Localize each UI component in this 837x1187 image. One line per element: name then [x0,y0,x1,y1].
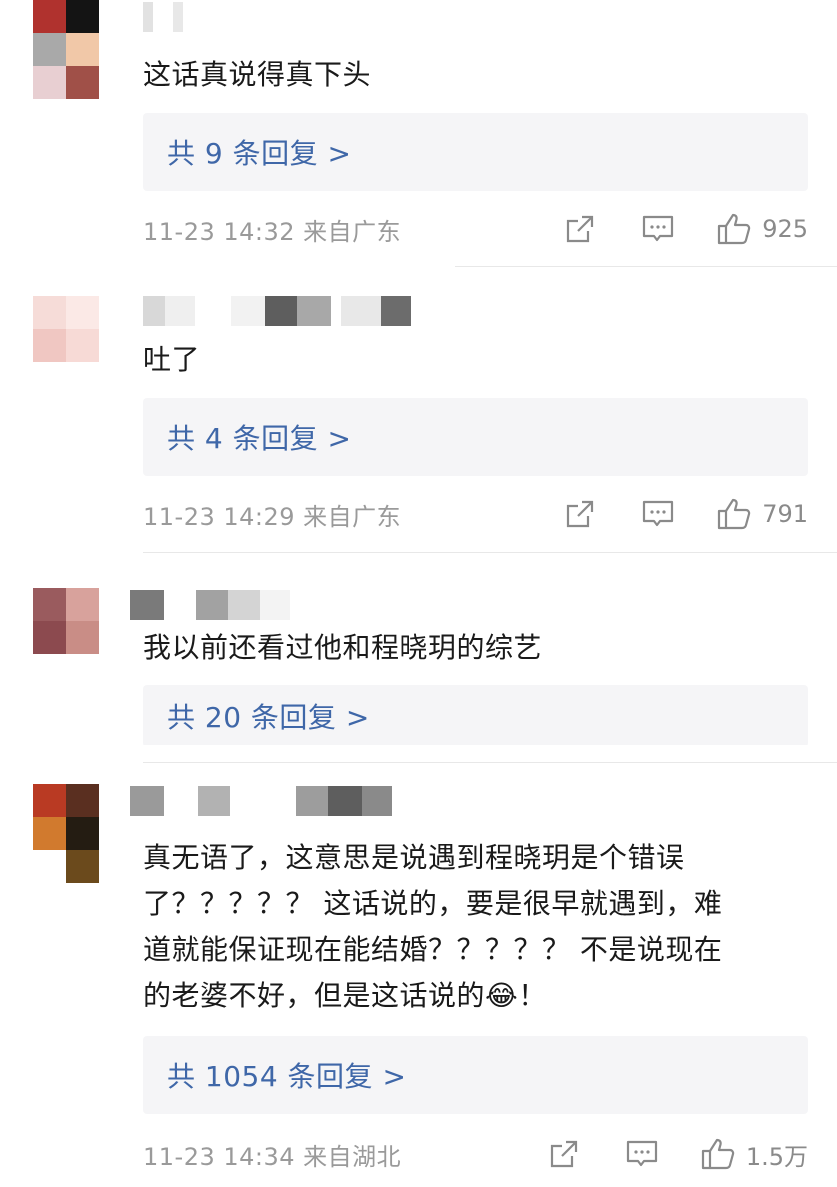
comment-item: 这话真说得真下头 共 9 条回复 > 11-23 14:32 来自广东 925 [0,0,837,260]
share-icon[interactable] [562,211,598,247]
like-icon[interactable] [716,496,752,532]
comment-text: 吐了 [143,343,201,376]
screenshot-seam [143,745,808,761]
comment-text-line: 道就能保证现在能结婚？？？？？ 不是说现在 [143,933,723,966]
like-count: 925 [762,215,808,243]
username[interactable] [130,786,392,816]
comment-actions: 791 [562,494,808,534]
view-replies-label: 共 20 条回复 > [167,701,370,734]
view-replies-label: 共 1054 条回复 > [167,1060,407,1093]
like-count: 1.5万 [745,1142,808,1171]
comment-text-line: 了？？？？？ 这话说的，要是很早就遇到，难 [143,887,723,920]
comment-item: 我以前还看过他和程晓玥的综艺 共 20 条回复 > [0,566,837,756]
share-icon[interactable] [562,496,598,532]
comment-time-location: 11-23 14:34 来自湖北 [143,1142,402,1171]
avatar[interactable] [33,588,99,654]
username[interactable] [130,590,290,620]
comment-meta: 11-23 14:34 来自湖北 1.5万 [143,1134,808,1174]
comment-icon[interactable] [624,1136,660,1172]
avatar[interactable] [33,296,99,362]
comment-time-location: 11-23 14:32 来自广东 [143,217,402,246]
view-replies-button[interactable]: 共 1054 条回复 > [143,1036,808,1114]
like-icon[interactable] [716,211,752,247]
comment-meta: 11-23 14:29 来自广东 791 [143,494,808,534]
username[interactable] [143,296,411,326]
view-replies-button[interactable]: 共 9 条回复 > [143,113,808,191]
view-replies-button[interactable]: 共 4 条回复 > [143,398,808,476]
divider [455,266,837,267]
comment-actions: 1.5万 [546,1134,808,1174]
comment-text: 这话真说得真下头 [143,58,372,91]
like-count: 791 [762,500,808,528]
comment-icon[interactable] [640,496,676,532]
comment-icon[interactable] [640,211,676,247]
view-replies-label: 共 9 条回复 > [167,137,352,170]
comment-text-line: 的老婆不好，但是这话说的😂！ [143,979,547,1012]
comment-text-line: 真无语了，这意思是说遇到程晓玥是个错误 [143,841,685,874]
comment-text: 我以前还看过他和程晓玥的综艺 [143,631,543,664]
comment-item: 真无语了，这意思是说遇到程晓玥是个错误 了？？？？？ 这话说的，要是很早就遇到，… [0,770,837,1187]
comment-item: 吐了 共 4 条回复 > 11-23 14:29 来自广东 791 [0,280,837,550]
avatar[interactable] [33,0,99,99]
view-replies-button[interactable]: 共 20 条回复 > [143,685,808,747]
avatar[interactable] [33,784,99,883]
comment-meta: 11-23 14:32 来自广东 925 [143,209,808,249]
comment-time-location: 11-23 14:29 来自广东 [143,502,402,531]
like-icon[interactable] [700,1136,736,1172]
comment-actions: 925 [562,209,808,249]
divider [143,762,837,763]
view-replies-label: 共 4 条回复 > [167,422,352,455]
share-icon[interactable] [546,1136,582,1172]
comment-text-block: 真无语了，这意思是说遇到程晓玥是个错误 了？？？？？ 这话说的，要是很早就遇到，… [143,835,793,1019]
divider [143,552,837,553]
username[interactable] [143,2,183,32]
